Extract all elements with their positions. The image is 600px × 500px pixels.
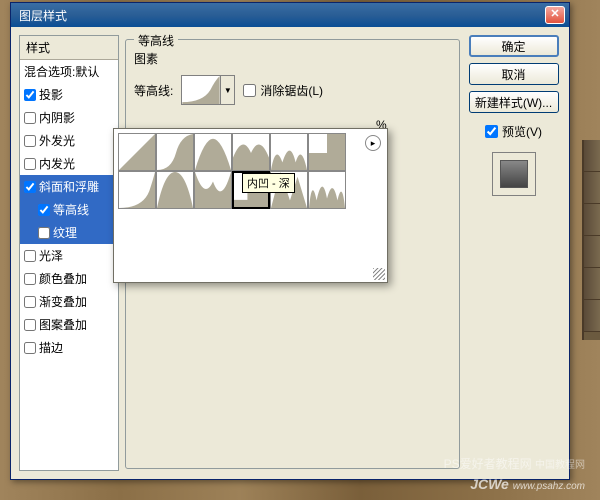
- sidebar-item-outer-glow[interactable]: 外发光: [20, 129, 118, 152]
- sidebar-item-pattern-overlay[interactable]: 图案叠加: [20, 313, 118, 336]
- sidebar-item-stroke[interactable]: 描边: [20, 336, 118, 359]
- styles-sidebar: 样式 混合选项:默认 投影 内阴影 外发光 内发光 斜面和浮雕 等高线 纹理 光…: [19, 35, 119, 471]
- sub-title: 图素: [134, 50, 451, 67]
- sidebar-item-inner-glow[interactable]: 内发光: [20, 152, 118, 175]
- checkbox-stroke[interactable]: [24, 342, 36, 354]
- checkbox-texture[interactable]: [38, 227, 50, 239]
- close-button[interactable]: ✕: [545, 6, 565, 24]
- contour-preset-9[interactable]: [194, 171, 232, 209]
- sidebar-item-bevel-emboss[interactable]: 斜面和浮雕: [20, 175, 118, 198]
- watermark-jcwe: JCWe www.psahz.com: [470, 476, 585, 492]
- contour-preset-1[interactable]: [118, 133, 156, 171]
- sidebar-item-contour[interactable]: 等高线: [20, 198, 118, 221]
- sidebar-item-inner-shadow[interactable]: 内阴影: [20, 106, 118, 129]
- picker-menu-arrow[interactable]: ▸: [365, 135, 381, 151]
- dialog-title: 图层样式: [15, 7, 545, 24]
- preview-option[interactable]: 预览(V): [485, 123, 542, 140]
- checkbox-bevel-emboss[interactable]: [24, 181, 36, 193]
- blend-options-item[interactable]: 混合选项:默认: [20, 60, 118, 83]
- sidebar-header: 样式: [20, 36, 118, 60]
- cancel-button[interactable]: 取消: [469, 63, 559, 85]
- contour-label: 等高线:: [134, 82, 173, 99]
- resize-grip[interactable]: [373, 268, 385, 280]
- sidebar-item-texture[interactable]: 纹理: [20, 221, 118, 244]
- preview-swatch: [492, 152, 536, 196]
- preview-inner: [500, 160, 528, 188]
- watermark-line1: PS爱好者教程网 中国教程网: [444, 455, 585, 472]
- checkbox-inner-shadow[interactable]: [24, 112, 36, 124]
- sidebar-item-drop-shadow[interactable]: 投影: [20, 83, 118, 106]
- checkbox-contour[interactable]: [38, 204, 50, 216]
- right-panel: 确定 取消 新建样式(W)... 预览(V): [466, 35, 561, 471]
- sidebar-item-gradient-overlay[interactable]: 渐变叠加: [20, 290, 118, 313]
- contour-picker-popup: ▸ 内凹 - 深: [113, 128, 388, 283]
- preview-checkbox[interactable]: [485, 125, 498, 138]
- side-decoration: [582, 140, 600, 340]
- contour-preset-4[interactable]: [232, 133, 270, 171]
- sidebar-item-satin[interactable]: 光泽: [20, 244, 118, 267]
- antialias-checkbox[interactable]: [243, 84, 256, 97]
- antialias-option[interactable]: 消除锯齿(L): [243, 82, 323, 99]
- contour-grid: [118, 133, 383, 209]
- contour-preset-12[interactable]: [308, 171, 346, 209]
- checkbox-satin[interactable]: [24, 250, 36, 262]
- checkbox-color-overlay[interactable]: [24, 273, 36, 285]
- checkbox-outer-glow[interactable]: [24, 135, 36, 147]
- new-style-button[interactable]: 新建样式(W)...: [469, 91, 559, 113]
- titlebar[interactable]: 图层样式 ✕: [11, 3, 569, 27]
- checkbox-drop-shadow[interactable]: [24, 89, 36, 101]
- contour-preset-8[interactable]: [156, 171, 194, 209]
- contour-preset-3[interactable]: [194, 133, 232, 171]
- contour-tooltip: 内凹 - 深: [242, 173, 295, 193]
- contour-preset-5[interactable]: [270, 133, 308, 171]
- contour-preset-2[interactable]: [156, 133, 194, 171]
- contour-preview[interactable]: [181, 75, 221, 105]
- checkbox-gradient-overlay[interactable]: [24, 296, 36, 308]
- ok-button[interactable]: 确定: [469, 35, 559, 57]
- contour-preset-6[interactable]: [308, 133, 346, 171]
- checkbox-pattern-overlay[interactable]: [24, 319, 36, 331]
- group-title: 等高线: [134, 32, 178, 49]
- contour-row: 等高线: ▼ 消除锯齿(L): [134, 75, 451, 105]
- checkbox-inner-glow[interactable]: [24, 158, 36, 170]
- contour-preset-7[interactable]: [118, 171, 156, 209]
- sidebar-item-color-overlay[interactable]: 颜色叠加: [20, 267, 118, 290]
- contour-dropdown-arrow[interactable]: ▼: [221, 75, 235, 105]
